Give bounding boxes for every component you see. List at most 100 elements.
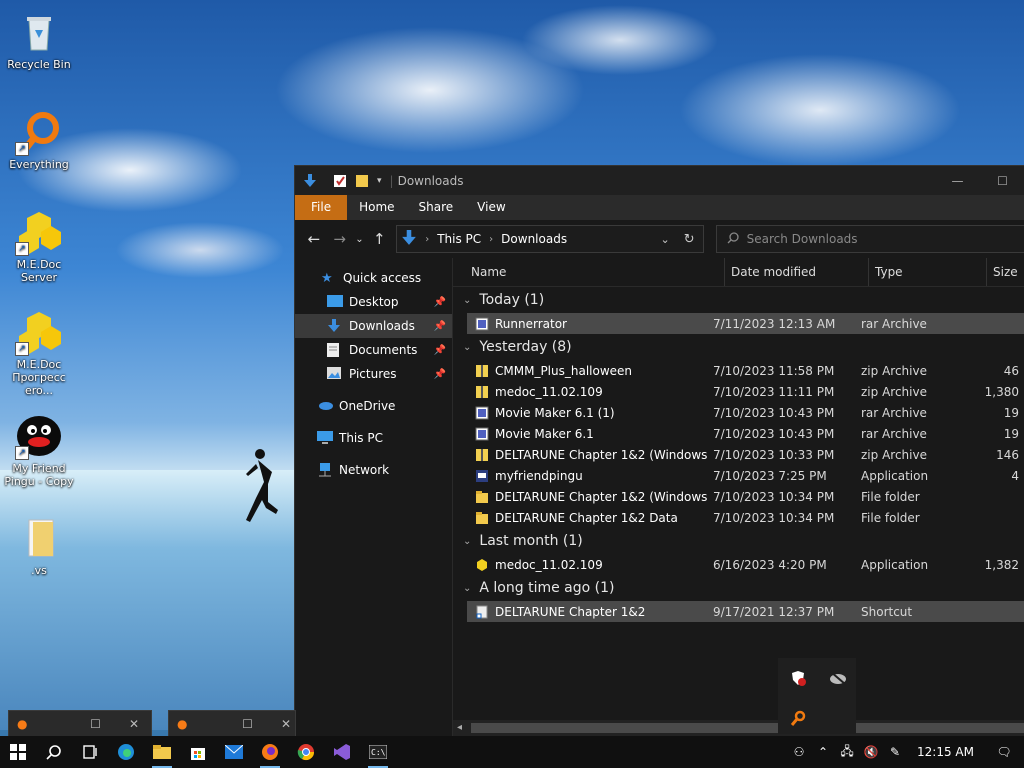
task-view-icon[interactable] xyxy=(72,736,108,768)
maximize-button[interactable]: ☐ xyxy=(980,166,1024,195)
clock[interactable]: 12:15 AM xyxy=(907,745,984,759)
firefox-thumbnail[interactable]: ● ☐ ✕ xyxy=(168,710,296,738)
customize-toolbar-chevron-icon[interactable]: ▾ xyxy=(377,176,382,186)
desktop-icon-vs-folder[interactable]: .vs xyxy=(1,514,77,577)
nav-item-desktop[interactable]: Desktop 📌 xyxy=(295,290,452,314)
desktop-icon-medoc-client[interactable]: ↗ M.E.Doc Прогресс ero... xyxy=(1,308,77,397)
close-icon[interactable]: ✕ xyxy=(281,717,291,731)
file-row[interactable]: medoc_11.02.109 6/16/2023 4:20 PM Applicat… xyxy=(453,554,1024,575)
file-name-cell: DELTARUNE Chapter 1&2 xyxy=(467,605,707,619)
breadcrumb-this-pc[interactable]: This PC xyxy=(437,232,481,246)
file-row[interactable]: Movie Maker 6.1 7/10/2023 10:43 PM rar Arc… xyxy=(453,423,1024,444)
network-status-icon[interactable]: 🖧 xyxy=(835,736,859,768)
scrollbar-thumb[interactable] xyxy=(471,723,1024,733)
search-box[interactable]: Search Downloads xyxy=(715,225,1024,253)
maximize-icon[interactable]: ☐ xyxy=(242,717,253,731)
computer-icon xyxy=(317,431,333,445)
nav-network[interactable]: Network xyxy=(295,458,452,482)
forward-button[interactable]: → xyxy=(327,226,353,252)
collapse-chevron-icon[interactable]: ⌄ xyxy=(463,583,471,594)
network-icon xyxy=(317,463,333,477)
desktop-icon-everything[interactable]: ↗ Everything xyxy=(1,108,77,171)
file-row[interactable]: DELTARUNE Chapter 1&2 Data 7/10/2023 10:3… xyxy=(453,507,1024,528)
title-bar[interactable]: ▾ | Downloads — ☐ xyxy=(295,166,1024,195)
desktop-icon-my-friend-pingu[interactable]: ↗ My Friend Pingu - Copy xyxy=(1,412,77,488)
file-explorer-icon[interactable] xyxy=(144,736,180,768)
mail-icon[interactable] xyxy=(216,736,252,768)
scroll-left-arrow-icon[interactable]: ◂ xyxy=(457,720,462,736)
address-bar[interactable]: › This PC › Downloads ⌄ ↻ xyxy=(396,225,704,253)
breadcrumb-downloads[interactable]: Downloads xyxy=(501,232,567,246)
windows-start-icon[interactable] xyxy=(0,736,36,768)
group-header[interactable]: ⌄ Last month (1) xyxy=(453,528,1024,554)
nav-label: Quick access xyxy=(343,271,422,285)
everything-search-icon[interactable] xyxy=(788,708,808,728)
recent-locations-chevron-icon[interactable]: ⌄ xyxy=(353,226,367,252)
column-header-size[interactable]: Size xyxy=(987,258,1024,286)
taskbar: C:\ ⚇ ⌃ 🖧 🔇 ✎ 12:15 AM 🗨 xyxy=(0,736,1024,768)
horizontal-scrollbar[interactable]: ◂ xyxy=(453,720,1024,736)
nav-label: Documents xyxy=(349,343,418,357)
up-button[interactable]: ↑ xyxy=(366,226,392,252)
column-header-name[interactable]: Name xyxy=(453,258,725,286)
back-button[interactable]: ← xyxy=(301,226,327,252)
nav-onedrive[interactable]: OneDrive xyxy=(295,394,452,418)
tab-file[interactable]: File xyxy=(295,195,348,220)
store-icon[interactable] xyxy=(180,736,216,768)
file-row[interactable]: DELTARUNE Chapter 1&2 (Windows 1.10) 7/10… xyxy=(453,486,1024,507)
firefox-thumbnail[interactable]: ● ☐ ✕ xyxy=(8,710,152,738)
nav-quick-access[interactable]: ★ Quick access xyxy=(295,266,452,290)
tab-view[interactable]: View xyxy=(465,195,517,220)
column-header-type[interactable]: Type xyxy=(869,258,987,286)
nav-item-documents[interactable]: Documents 📌 xyxy=(295,338,452,362)
file-row[interactable]: myfriendpingu 7/10/2023 7:25 PM Applicatio… xyxy=(453,465,1024,486)
new-folder-icon[interactable] xyxy=(355,174,369,188)
close-icon[interactable]: ✕ xyxy=(129,717,139,731)
collapse-chevron-icon[interactable]: ⌄ xyxy=(463,536,471,547)
column-header-date[interactable]: Date modified xyxy=(725,258,869,286)
collapse-chevron-icon[interactable]: ⌄ xyxy=(463,295,471,306)
file-row[interactable]: DELTARUNE Chapter 1&2 9/17/2021 12:37 PM S… xyxy=(467,601,1024,622)
file-date: 9/17/2021 12:37 PM xyxy=(713,604,835,619)
file-row[interactable]: DELTARUNE Chapter 1&2 (Windows 1.10) 7/10… xyxy=(453,444,1024,465)
nav-item-pictures[interactable]: Pictures 📌 xyxy=(295,362,452,386)
desktop-icon-medoc-server[interactable]: ↗ M.E.Doc Server xyxy=(1,208,77,284)
group-header[interactable]: ⌄ Today (1) xyxy=(453,287,1024,313)
visual-studio-icon[interactable] xyxy=(324,736,360,768)
file-name-cell: CMMM_Plus_halloween xyxy=(453,364,707,378)
refresh-icon[interactable]: ↻ xyxy=(684,232,695,247)
onedrive-offline-icon[interactable] xyxy=(828,668,848,688)
nav-this-pc[interactable]: This PC xyxy=(295,426,452,450)
firefox-icon[interactable] xyxy=(252,736,288,768)
file-explorer-window[interactable]: ▾ | Downloads — ☐ File Home Share View ←… xyxy=(294,165,1024,737)
edge-icon[interactable] xyxy=(108,736,144,768)
security-shield-icon[interactable] xyxy=(788,668,808,688)
file-date: 7/10/2023 11:58 PM xyxy=(713,363,835,378)
group-header[interactable]: ⌄ A long time ago (1) xyxy=(453,575,1024,601)
desktop-icon-recycle-bin[interactable]: Recycle Bin xyxy=(1,8,77,71)
group-header[interactable]: ⌄ Yesterday (8) xyxy=(453,334,1024,360)
tab-home[interactable]: Home xyxy=(347,195,406,220)
nav-item-downloads[interactable]: Downloads 📌 xyxy=(295,314,452,338)
show-hidden-icons-chevron-icon[interactable]: ⌃ xyxy=(811,736,835,768)
action-center-icon[interactable]: 🗨 xyxy=(984,736,1024,768)
tab-share[interactable]: Share xyxy=(407,195,466,220)
file-row[interactable]: Runnerrator 7/11/2023 12:13 AM rar Archive xyxy=(467,313,1024,334)
file-name: DELTARUNE Chapter 1&2 Data xyxy=(495,510,678,525)
collapse-chevron-icon[interactable]: ⌄ xyxy=(463,342,471,353)
cmd-icon[interactable]: C:\ xyxy=(360,736,396,768)
minimize-button[interactable]: — xyxy=(935,166,980,195)
maximize-icon[interactable]: ☐ xyxy=(90,717,101,731)
file-row[interactable]: medoc_11.02.109 7/10/2023 11:11 PM zip Arc… xyxy=(453,381,1024,402)
volume-muted-icon[interactable]: 🔇 xyxy=(859,736,883,768)
chrome-icon[interactable] xyxy=(288,736,324,768)
search-icon[interactable] xyxy=(36,736,72,768)
onedrive-cloud-icon xyxy=(317,399,333,413)
nav-label: Pictures xyxy=(349,367,397,381)
people-icon[interactable]: ⚇ xyxy=(787,736,811,768)
file-row[interactable]: CMMM_Plus_halloween 7/10/2023 11:58 PM zip… xyxy=(453,360,1024,381)
file-row[interactable]: Movie Maker 6.1 (1) 7/10/2023 10:43 PM rar… xyxy=(453,402,1024,423)
pen-workspace-icon[interactable]: ✎ xyxy=(883,736,907,768)
properties-icon[interactable] xyxy=(333,174,347,188)
address-dropdown-chevron-icon[interactable]: ⌄ xyxy=(660,233,669,246)
